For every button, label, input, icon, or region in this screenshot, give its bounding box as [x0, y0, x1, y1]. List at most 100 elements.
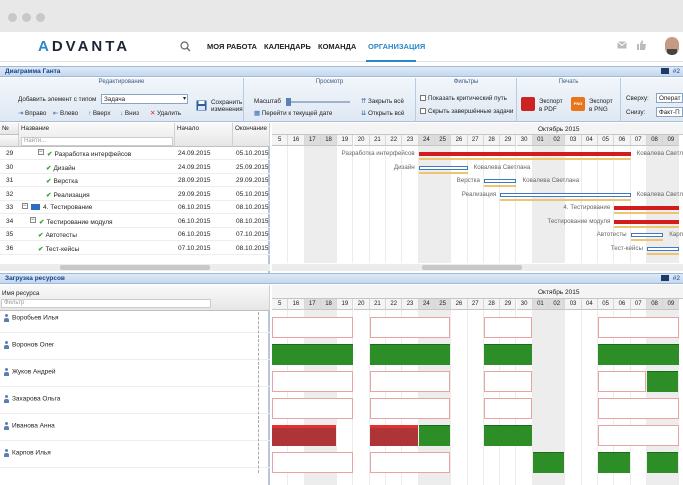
resource-row[interactable]: Иванова Анна [0, 420, 270, 446]
resource-free-block[interactable] [598, 398, 679, 419]
gantt-bar[interactable] [630, 233, 664, 237]
element-type-select[interactable]: Задача ▾ [101, 94, 188, 104]
resource-free-block[interactable] [369, 452, 451, 473]
resource-free-block[interactable] [272, 398, 353, 419]
bottom-layer-select[interactable]: Факт-П [656, 107, 683, 117]
pdf-icon[interactable] [521, 97, 535, 111]
task-name: ✔ Разработка интерфейсов [47, 150, 131, 158]
nav-organization[interactable]: ОРГАНИЗАЦИЯ [368, 42, 425, 51]
gantt-bar[interactable] [500, 192, 631, 197]
move-up-button[interactable]: ↑ Вверх [88, 110, 110, 117]
top-nav: ADVANTA МОЯ РАБОТА КАЛЕНДАРЬ КОМАНДА ОРГ… [0, 32, 683, 62]
delete-button[interactable]: ✕ Удалить [150, 110, 181, 117]
expand-all-button[interactable]: ⇊ Открыть всё [361, 110, 404, 117]
resource-row[interactable]: Карпов Илья [0, 447, 270, 473]
scale-slider[interactable] [286, 98, 350, 106]
nav-my-work[interactable]: МОЯ РАБОТА [207, 42, 257, 51]
resource-overload-block[interactable] [272, 425, 337, 446]
goto-date-button[interactable]: ▦ Перейти к текущей дате [254, 110, 332, 117]
collapse-toggle-icon[interactable]: − [38, 149, 44, 155]
resource-row[interactable]: Воробьев Илья [0, 312, 270, 338]
resource-free-block[interactable] [483, 317, 532, 338]
gantt-bar[interactable] [646, 246, 680, 251]
resource-load-block[interactable] [272, 344, 353, 365]
video-icon[interactable] [661, 68, 669, 74]
resource-free-block[interactable] [272, 317, 353, 338]
mail-icon[interactable] [617, 41, 627, 49]
resource-free-block[interactable] [369, 371, 451, 392]
resource-free-block[interactable] [272, 452, 353, 473]
top-layer-select[interactable]: Операт [656, 93, 683, 103]
move-left-button[interactable]: ⇤ Влево [53, 110, 78, 117]
column-header-end[interactable]: Окончание [233, 123, 270, 147]
resource-row[interactable]: Жуков Андрей [0, 366, 270, 392]
resource-free-block[interactable] [598, 317, 679, 338]
day-header-cell: 01 [532, 299, 550, 310]
collapse-toggle-icon[interactable]: − [30, 216, 36, 223]
timeline-scrollbar[interactable] [272, 264, 683, 271]
hide-done-checkbox[interactable]: Скрыть завершённые задачи [420, 108, 513, 115]
thumbs-up-icon[interactable] [637, 40, 646, 50]
day-header-cell: 09 [663, 299, 680, 310]
resource-free-block[interactable] [598, 425, 679, 446]
resource-name-label: Жуков Андрей [12, 368, 56, 376]
resource-free-block[interactable] [369, 398, 451, 419]
critical-path-checkbox[interactable]: Показать критический путь [420, 95, 507, 102]
task-row[interactable]: 34 − ✔ Тестирование модуля 06.10.2015 08.10.2… [0, 215, 270, 228]
column-header-num[interactable]: № [0, 123, 19, 135]
task-filter-input[interactable]: Найти... [21, 137, 173, 146]
resource-load-block[interactable] [418, 425, 451, 446]
resource-load-block[interactable] [369, 344, 451, 365]
gantt-bar[interactable] [614, 206, 680, 210]
add-element-label: Добавить элемент с типом [18, 96, 97, 103]
arrow-up-icon: ↑ [88, 110, 92, 117]
task-row[interactable]: 30 ✔ Дизайн 24.09.2015 25.09.2015 [0, 161, 270, 174]
gantt-bar[interactable] [614, 219, 680, 224]
resource-load-block[interactable] [646, 371, 679, 392]
avatar[interactable] [665, 37, 679, 55]
task-grid-scrollbar[interactable] [0, 264, 270, 271]
task-row[interactable]: 35 ✔ Автотесты 06.10.2015 07.10.2015 [0, 228, 270, 241]
export-pdf-button[interactable]: Экспорт в PDF [539, 98, 567, 114]
collapse-toggle-icon[interactable]: − [22, 203, 28, 209]
task-row[interactable]: 32 ✔ Реализация 29.09.2015 05.10.2015 [0, 188, 270, 201]
resource-load-block[interactable] [483, 425, 532, 446]
task-name-label: Дизайн [53, 164, 76, 172]
ribbon-group-layers: Сверху: Операт Снизу: Факт-П [621, 78, 683, 122]
gantt-bar[interactable] [418, 152, 631, 156]
export-png-button[interactable]: Экспорт в PNG [589, 98, 617, 114]
gantt-bar[interactable] [418, 165, 468, 170]
nav-calendar[interactable]: КАЛЕНДАРЬ [264, 42, 311, 51]
video-icon[interactable] [661, 275, 669, 281]
collapse-all-button[interactable]: ⇈ Закрыть всё [361, 98, 404, 105]
resource-load-block[interactable] [483, 344, 532, 365]
resource-free-block[interactable] [483, 371, 532, 392]
save-icon[interactable] [196, 100, 207, 111]
resource-load-block[interactable] [598, 344, 679, 365]
resource-row[interactable]: Захарова Ольга [0, 393, 270, 419]
resource-free-block[interactable] [483, 398, 532, 419]
task-row[interactable]: 31 ✔ Верстка 28.09.2015 29.09.2015 [0, 174, 270, 187]
move-down-button[interactable]: ↓ Вниз [120, 110, 139, 117]
search-icon[interactable] [180, 41, 191, 52]
resource-free-block[interactable] [272, 371, 353, 392]
resource-load-block[interactable] [532, 452, 565, 473]
resource-free-block[interactable] [598, 371, 646, 392]
move-right-button[interactable]: ⇥ Вправо [18, 110, 46, 117]
resource-filter-input[interactable]: Фильтр [1, 299, 211, 308]
gantt-bar[interactable] [483, 179, 517, 183]
save-button[interactable]: Сохранить изменения [211, 99, 243, 113]
resource-overload-block[interactable] [369, 425, 418, 446]
column-header-start[interactable]: Начало [175, 123, 233, 147]
resource-free-block[interactable] [369, 317, 451, 338]
logo[interactable]: ADVANTA [38, 38, 130, 55]
resource-row[interactable]: Воронов Олег [0, 339, 270, 365]
resource-load-block[interactable] [598, 452, 630, 473]
nav-team[interactable]: КОМАНДА [318, 42, 356, 51]
png-icon[interactable]: PNG [571, 97, 585, 111]
move-left-label: Влево [60, 110, 79, 117]
task-row[interactable]: 33 − 4. Тестирование 06.10.2015 08.10.2015 [0, 201, 270, 214]
task-row[interactable]: 29 − ✔ Разработка интерфейсов 24.09.2015 05.1… [0, 147, 270, 160]
task-row[interactable]: 36 ✔ Тест-кейсы 07.10.2015 08.10.2015 [0, 242, 270, 255]
resource-load-block[interactable] [646, 452, 679, 473]
